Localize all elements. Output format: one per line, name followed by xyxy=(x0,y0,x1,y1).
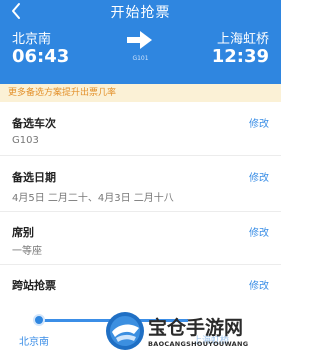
watermark-subtitle: BAOCANGSHOUYOUWANG xyxy=(148,340,249,348)
arrival-station: 上海虹桥 xyxy=(216,32,269,47)
notice-banner: 更多备选方案提升出票几率 xyxy=(0,84,281,102)
header-bar: 开始抢票 北京南 06:43 G101 上海虹桥 12:39 xyxy=(0,0,281,84)
start-handle[interactable] xyxy=(33,314,45,326)
seat-class-row[interactable]: 席别 一等座 修改 xyxy=(0,212,281,265)
edit-link[interactable]: 修改 xyxy=(249,169,269,184)
row-title: 备选日期 xyxy=(12,171,56,184)
right-arrow-icon xyxy=(127,31,152,49)
watermark-title: 宝仓手游网 xyxy=(148,317,244,339)
cross-station-row[interactable]: 跨站抢票 修改 xyxy=(0,265,281,299)
start-stop-label: 北京南 xyxy=(19,337,49,348)
watermark-logo-icon xyxy=(106,312,144,350)
arrival-time: 12:39 xyxy=(211,46,269,67)
edit-link[interactable]: 修改 xyxy=(249,115,269,130)
watermark: 宝仓手游网 BAOCANGSHOUYOUWANG xyxy=(104,310,279,354)
alternate-dates-row[interactable]: 备选日期 4月5日 二月二十、4月3日 二月十八 修改 xyxy=(0,156,281,212)
edit-link[interactable]: 修改 xyxy=(249,277,269,292)
page-title: 开始抢票 xyxy=(110,5,171,21)
edit-link[interactable]: 修改 xyxy=(249,224,269,239)
row-value: 4月5日 二月二十、4月3日 二月十八 xyxy=(12,193,174,204)
row-value: 一等座 xyxy=(12,246,42,257)
alternate-trains-row[interactable]: 备选车次 G103 修改 xyxy=(0,102,281,156)
row-title: 备选车次 xyxy=(12,117,56,130)
row-title: 席别 xyxy=(12,226,34,239)
departure-station: 北京南 xyxy=(12,32,52,47)
row-title: 跨站抢票 xyxy=(12,279,56,292)
row-value: G103 xyxy=(12,135,39,146)
